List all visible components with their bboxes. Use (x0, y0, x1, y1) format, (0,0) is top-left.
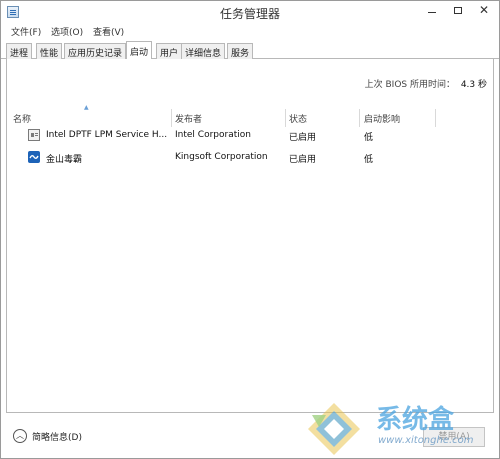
column-divider[interactable] (359, 109, 360, 127)
column-divider[interactable] (285, 109, 286, 127)
table-row[interactable]: 金山毒霸 Kingsoft Corporation 已启用 低 (7, 148, 493, 168)
bios-time-value: 4.3 秒 (460, 80, 487, 90)
close-icon: ✕ (478, 3, 490, 17)
column-header-impact[interactable]: 启动影响 (364, 112, 400, 125)
table-row[interactable]: Intel DPTF LPM Service H... Intel Corpor… (7, 126, 493, 146)
watermark-logo-icon (308, 403, 360, 455)
row-name: Intel DPTF LPM Service H... (46, 130, 168, 140)
watermark: 系统盒 www.xitonghe.com (306, 399, 496, 457)
tab-startup[interactable]: 启动 (126, 41, 153, 60)
tab-bar: 进程 性能 应用历史记录 启动 用户 详细信息 服务 (1, 39, 499, 60)
kingsoft-antivirus-icon (28, 151, 40, 163)
row-status: 已启用 (289, 133, 317, 143)
tab-app-history[interactable]: 应用历史记录 (64, 43, 127, 59)
row-impact: 低 (364, 133, 374, 143)
row-impact: 低 (364, 155, 374, 165)
maximize-button[interactable] (445, 1, 471, 21)
task-manager-window: 任务管理器 ✕ 文件(F) 选项(O) 查看(V) 进程 性能 应用历史记录 启… (0, 0, 500, 459)
menu-file[interactable]: 文件(F) (11, 25, 41, 38)
row-name: 金山毒霸 (46, 155, 83, 165)
tab-processes[interactable]: 进程 (6, 43, 33, 59)
title-bar[interactable]: 任务管理器 ✕ (1, 1, 499, 23)
startup-panel: 上次 BIOS 所用时间： 4.3 秒 ▲ 名称 发布者 状态 启动影响 Int… (6, 59, 494, 413)
minimize-button[interactable] (419, 1, 445, 21)
tab-performance[interactable]: 性能 (36, 43, 63, 59)
column-header-name[interactable]: 名称 (13, 112, 31, 125)
column-header-status[interactable]: 状态 (289, 112, 307, 125)
tab-services[interactable]: 服务 (227, 43, 254, 59)
chevron-up-icon[interactable]: ︿ (13, 429, 27, 443)
bios-time-label: 上次 BIOS 所用时间： (364, 80, 455, 90)
row-status: 已启用 (289, 155, 317, 165)
menu-bar: 文件(F) 选项(O) 查看(V) (1, 23, 499, 39)
row-publisher: Kingsoft Corporation (175, 152, 268, 162)
menu-view[interactable]: 查看(V) (93, 25, 124, 38)
column-header-publisher[interactable]: 发布者 (175, 112, 202, 125)
watermark-text: 系统盒 (376, 405, 455, 435)
column-divider[interactable] (435, 109, 436, 127)
column-divider[interactable] (171, 109, 172, 127)
tab-details[interactable]: 详细信息 (181, 43, 226, 59)
fewer-details-link[interactable]: 简略信息(D) (32, 430, 82, 443)
close-button[interactable]: ✕ (471, 1, 497, 21)
minimize-icon (428, 12, 436, 13)
column-header-row: 名称 发布者 状态 启动影响 (7, 109, 493, 127)
watermark-url: www.xitonghe.com (378, 435, 474, 446)
tab-users[interactable]: 用户 (156, 43, 183, 59)
row-publisher: Intel Corporation (175, 130, 251, 140)
menu-options[interactable]: 选项(O) (51, 25, 83, 38)
maximize-icon (454, 7, 462, 14)
service-icon (28, 129, 40, 141)
